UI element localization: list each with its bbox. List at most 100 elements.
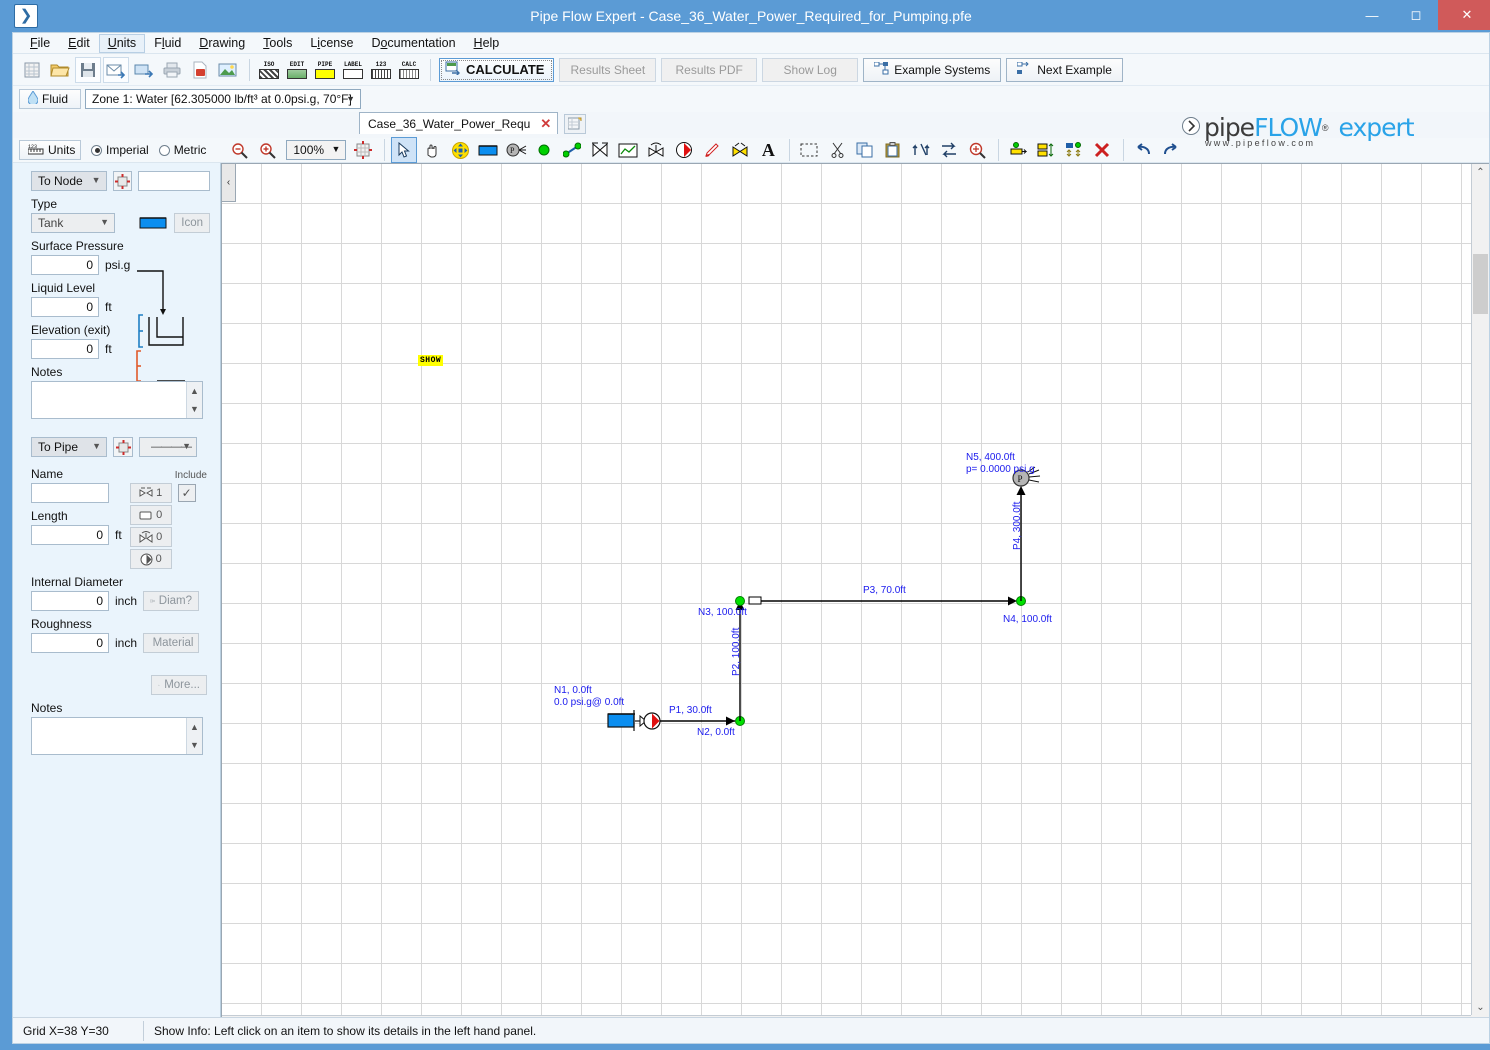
menu-help[interactable]: Help [465,34,509,53]
menu-file[interactable]: File [21,34,59,53]
flip-vertical-icon[interactable] [908,137,934,163]
pick-target-icon[interactable] [112,171,133,191]
pumps-count-button[interactable]: 0 [129,549,172,569]
pan-hand-icon[interactable] [419,137,445,163]
results-sheet-button[interactable]: Results Sheet [559,57,657,82]
zoom-in-icon[interactable] [254,137,280,163]
new-icon[interactable] [19,57,45,83]
menu-edit[interactable]: Edit [59,34,99,53]
calc-icon[interactable]: CALC [396,57,422,83]
scroll-down-icon[interactable]: ⌄ [1472,999,1489,1015]
save-icon[interactable] [75,56,101,83]
email-icon[interactable] [103,56,129,83]
node-type-select[interactable]: Tank ▼ [31,213,116,233]
node-name-input[interactable] [138,171,210,191]
image-icon[interactable] [215,57,241,83]
pipe-length-input[interactable]: 0 [31,525,109,545]
zoom-out-icon[interactable] [226,137,252,163]
text-icon[interactable]: A [755,137,781,163]
pick-target-icon[interactable] [113,437,133,457]
liquid-level-input[interactable]: 0 [31,297,99,317]
close-icon[interactable]: ✕ [540,116,551,132]
roughness-input[interactable]: 0 [31,633,109,653]
node-notes-input[interactable]: ▲ ▼ [31,381,203,419]
copy-icon[interactable] [852,137,878,163]
pipe-draw-icon[interactable] [559,137,585,163]
menu-documentation[interactable]: Documentation [362,34,464,53]
internal-diameter-input[interactable]: 0 [31,591,109,611]
maximize-button[interactable]: ◻ [1394,0,1438,30]
fluid-button[interactable]: Fluid [19,89,81,109]
components-count-button[interactable]: 0 [129,505,172,525]
close-button[interactable]: ✕ [1438,0,1490,30]
diam-button[interactable]: Diam? [143,591,200,611]
marquee-select-icon[interactable] [796,137,822,163]
open-icon[interactable] [47,57,73,83]
select-arrow-icon[interactable] [391,137,418,163]
document-tab[interactable]: Case_36_Water_Power_Requ ✕ [359,112,559,134]
align-left-icon[interactable] [1005,137,1031,163]
drawing-canvas[interactable]: ‹ SHOW P N1, 0.0ft 0.0 psi.g@ 0.0ft P1, … [222,164,1471,1015]
valves-count-button[interactable]: 0 [129,527,172,547]
pipe-name-input[interactable] [31,483,109,503]
pipe-mode-select[interactable]: To Pipe ▼ [31,437,107,457]
pump-icon[interactable] [671,137,697,163]
menu-tools[interactable]: Tools [254,34,301,53]
chart-icon[interactable] [615,137,641,163]
align-center-icon[interactable] [1033,137,1059,163]
label-icon[interactable]: LABEL [340,57,366,83]
pencil-icon[interactable] [699,137,725,163]
zoom-level-select[interactable]: 100% ▼ [286,140,347,160]
edit-grid-icon[interactable]: EDIT [284,57,310,83]
include-checkbox[interactable]: ✓ [177,484,196,502]
example-systems-button[interactable]: Example Systems [863,57,1002,82]
elevation-input[interactable]: 0 [31,339,99,359]
scroll-up-icon[interactable]: ⌃ [1472,164,1489,180]
results-pdf-button[interactable]: Results PDF [661,57,758,82]
imperial-radio[interactable]: Imperial [91,143,149,157]
units-button[interactable]: 123 Units [19,140,81,160]
pdf-icon[interactable] [187,57,213,83]
component-icon[interactable] [727,137,753,163]
delete-icon[interactable] [1089,137,1115,163]
discharge-icon[interactable]: P [503,137,529,163]
panel-collapse-button[interactable]: ‹ [222,164,236,202]
canvas-vertical-scrollbar[interactable]: ⌃ ⌄ [1471,164,1489,1015]
new-sheet-icon[interactable] [564,114,587,134]
show-log-button[interactable]: Show Log [762,57,859,82]
zoom-region-icon[interactable] [964,137,990,163]
fittings-count-button[interactable]: 1 [129,483,172,503]
calculate-button[interactable]: CALCULATE [439,57,555,82]
print-icon[interactable] [159,57,185,83]
menu-fluid[interactable]: Fluid [145,34,190,53]
distribute-icon[interactable] [1061,137,1087,163]
numbers-icon[interactable]: 123 [368,57,394,83]
next-example-button[interactable]: Next Example [1006,57,1123,82]
undo-icon[interactable] [1130,137,1156,163]
more-button[interactable]: More... [151,675,207,695]
surface-pressure-input[interactable]: 0 [31,255,99,275]
pipe-linestyle-select[interactable]: ———— ▼ [139,437,197,457]
valve-icon[interactable] [643,137,669,163]
pipe-notes-scroll[interactable]: ▲ ▼ [186,718,202,754]
menu-units[interactable]: Units [98,33,146,53]
drawing-area[interactable]: ‹ SHOW P N1, 0.0ft 0.0 psi.g@ 0.0ft P1, … [221,163,1489,1033]
metric-radio[interactable]: Metric [158,143,206,157]
export-icon[interactable] [131,57,157,83]
node-notes-scroll[interactable]: ▲ ▼ [186,382,202,418]
icon-button[interactable]: Icon [174,213,210,233]
menu-drawing[interactable]: Drawing [190,34,254,53]
material-button[interactable]: Material [143,633,200,653]
menu-license[interactable]: License [301,34,362,53]
move-icon[interactable] [447,137,473,163]
node-icon[interactable] [531,137,557,163]
pipe-notes-input[interactable]: ▲ ▼ [31,717,203,755]
grid-snap-icon[interactable] [350,137,376,163]
flow-meter-icon[interactable] [587,137,613,163]
flip-horizontal-icon[interactable] [936,137,962,163]
isometric-icon[interactable]: ISO [256,57,282,83]
cut-icon[interactable] [824,137,850,163]
node-mode-select[interactable]: To Node ▼ [31,171,107,191]
minimize-button[interactable]: — [1350,0,1394,30]
pipe-icon[interactable]: PIPE [312,57,338,83]
